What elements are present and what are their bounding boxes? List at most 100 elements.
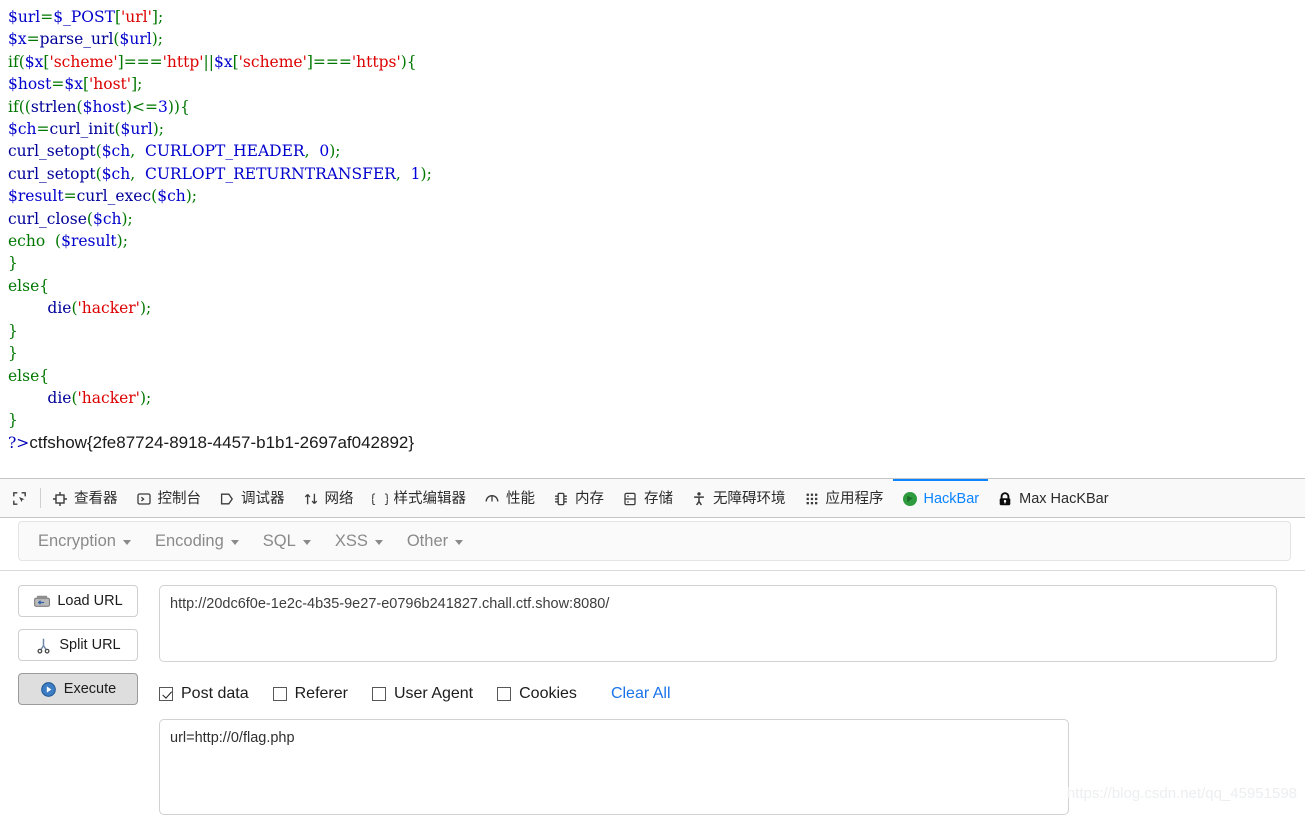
checkbox-unchecked-icon[interactable] (371, 687, 386, 701)
tab-storage[interactable]: 存储 (613, 479, 682, 517)
menu-sql[interactable]: SQL (253, 528, 325, 555)
split-url-button[interactable]: Split URL (18, 629, 138, 661)
code-token: ; (146, 299, 152, 318)
code-token: ; (146, 388, 152, 407)
code-token: 'hacker' (77, 388, 140, 407)
code-token: ; (127, 209, 133, 228)
code-line: curl_setopt($ch, CURLOPT_HEADER, 0); (0, 140, 1305, 162)
chevron-down-icon (455, 539, 464, 545)
code-token: strlen (30, 97, 77, 116)
php-source-output: $flag=$_GET['flag']; $url=$_POST['url'];… (0, 0, 1305, 478)
devtools-tab-list: 查看器 控制台 调试器 网络 { } 样式编辑器 性能 内存 存储 无障碍环境 应用程序 HackBa… (43, 479, 1118, 517)
clear-all-link[interactable]: Clear All (611, 685, 671, 703)
tab-inspector[interactable]: 查看器 (43, 479, 127, 517)
chevron-down-icon (302, 539, 311, 545)
checkbox-unchecked-icon[interactable] (497, 687, 512, 701)
load-url-button[interactable]: Load URL (18, 585, 138, 617)
checkbox-cookies[interactable]: Cookies (497, 685, 577, 703)
code-line: } (0, 320, 1305, 342)
code-token: = (40, 8, 54, 26)
code-token: if (8, 52, 19, 71)
code-token: $ch (101, 164, 131, 183)
code-token: curl_setopt (8, 142, 96, 161)
hackbar-body: Load URL Split URL Execute Post data Refere… (0, 571, 1305, 820)
code-token: curl_exec (76, 187, 152, 206)
code-token: $ch (157, 187, 186, 206)
post-data-input[interactable] (159, 719, 1069, 815)
tab-memory[interactable]: 内存 (544, 479, 613, 517)
tab-accessibility[interactable]: 无障碍环境 (682, 479, 795, 517)
svg-text:{ }: { } (372, 492, 388, 506)
tab-application[interactable]: 应用程序 (795, 479, 893, 517)
code-token: ; (426, 164, 432, 183)
code-line: $result=curl_exec($ch); (0, 185, 1305, 207)
checkbox-referer[interactable]: Referer (272, 685, 348, 703)
checkbox-checked-icon[interactable] (159, 687, 173, 701)
code-token: } (8, 254, 18, 273)
url-input[interactable] (159, 585, 1277, 662)
code-line: $ch=curl_init($url); (0, 118, 1305, 140)
checkbox-list: Post data Referer User Agent Cookies (159, 685, 601, 703)
devtools-tab-label: 调试器 (241, 490, 285, 507)
menu-other[interactable]: Other (397, 528, 477, 555)
flag-line: ?>ctfshow{2fe87724-8918-4457-b1b1-2697af… (0, 432, 1305, 454)
code-line: else{ (0, 365, 1305, 387)
checkbox-post-data[interactable]: Post data (159, 685, 249, 703)
accessibility-icon (691, 491, 707, 507)
code-line: } (0, 252, 1305, 274)
devtools-tab-label: 查看器 (74, 490, 118, 507)
code-token: )) (167, 97, 180, 116)
hackbar-menu-label: Encryption (38, 531, 116, 550)
code-line: $host=$x['host']; (0, 73, 1305, 95)
devtools-tab-label: 内存 (575, 490, 604, 507)
code-token: $ch (101, 142, 131, 161)
hackbar-action-buttons: Load URL Split URL Execute (0, 585, 159, 820)
checkbox-unchecked-icon[interactable] (272, 687, 287, 701)
code-token: = (63, 187, 77, 206)
code-line: curl_close($ch); (0, 208, 1305, 230)
menu-encoding[interactable]: Encoding (145, 528, 253, 555)
code-token: curl_setopt (8, 164, 96, 183)
code-token: = (51, 75, 65, 94)
hackbar-menu-label: SQL (262, 531, 296, 550)
hackbar-menu-label: XSS (334, 531, 368, 550)
checkbox-user-agent[interactable]: User Agent (371, 685, 473, 703)
checkbox-label: Cookies (519, 685, 577, 702)
code-token: { (39, 276, 50, 295)
code-token: ; (122, 232, 128, 251)
code-token: 'scheme' (238, 52, 307, 71)
tab-debugger[interactable]: 调试器 (210, 479, 294, 517)
tab-style-editor[interactable]: { } 样式编辑器 (363, 479, 476, 517)
chevron-down-icon (374, 539, 383, 545)
execute-button[interactable]: Execute (18, 673, 138, 705)
menu-encryption[interactable]: Encryption (28, 528, 145, 555)
code-token: (( (18, 97, 31, 116)
code-token: $url (8, 8, 41, 26)
tab-max-hackbar[interactable]: Max HacKBar (988, 479, 1117, 517)
php-close-tag: ?> (8, 433, 30, 452)
tab-console[interactable]: 控制台 (127, 479, 211, 517)
tab-performance[interactable]: 性能 (475, 479, 544, 517)
code-token: } (8, 321, 18, 340)
code-token: , (395, 164, 411, 183)
code-line: $x=parse_url($url); (0, 28, 1305, 50)
load-url-icon (33, 593, 51, 610)
code-token: curl_init (49, 120, 115, 139)
hackbar-menu-bar: Encryption Encoding SQL XSS Other (18, 521, 1291, 561)
tab-network[interactable]: 网络 (294, 479, 363, 517)
code-token: $x (214, 52, 233, 71)
code-token: $x (24, 52, 44, 71)
hackbar-panel: Encryption Encoding SQL XSS Other Load URL Sp… (0, 518, 1305, 815)
code-token: $x (8, 30, 27, 49)
code-line: if((strlen($host)<=3)){ (0, 96, 1305, 118)
code-token: die (47, 299, 72, 318)
element-picker-icon[interactable] (0, 479, 38, 517)
code-token: $ch (8, 120, 37, 139)
tab-hackbar[interactable]: HackBar (892, 479, 989, 517)
network-icon (303, 491, 319, 507)
storage-icon (622, 491, 638, 507)
code-token: $host (82, 97, 126, 116)
menu-xss[interactable]: XSS (325, 528, 397, 555)
